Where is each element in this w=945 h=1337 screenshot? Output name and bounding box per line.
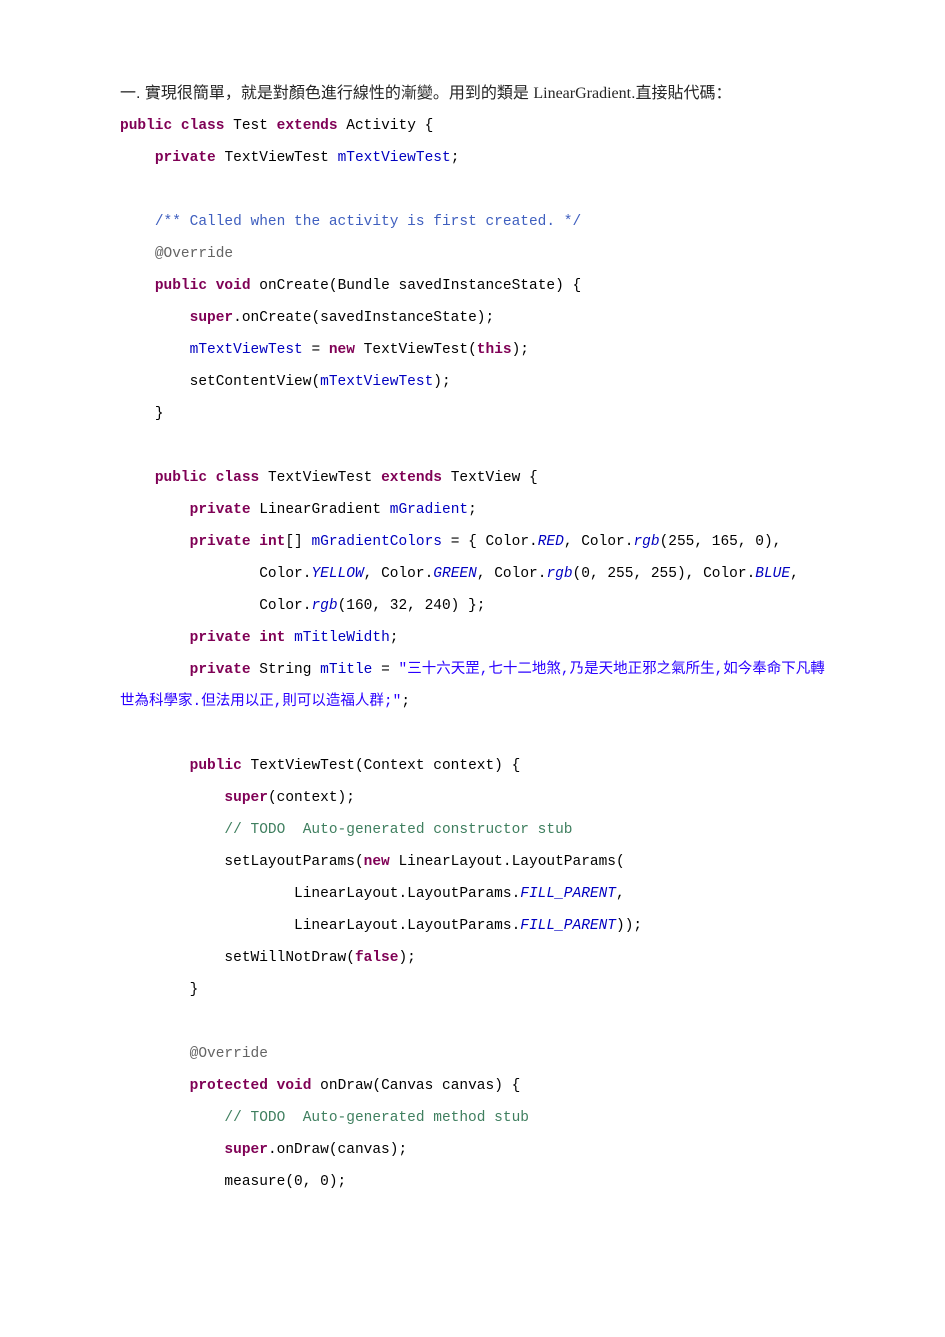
intro-class-name: LinearGradient xyxy=(533,85,631,102)
field-mtextviewtest: mTextViewTest xyxy=(338,150,451,166)
kw-extends: extends xyxy=(381,470,442,486)
rgb2-args: (0, 255, 255), Color. xyxy=(573,566,756,582)
arr-open: [] xyxy=(285,534,311,550)
kw-protected: protected xyxy=(190,1078,268,1094)
type-textview: TextView xyxy=(451,470,521,486)
const-green: GREEN xyxy=(433,566,477,582)
method-rgb: rgb xyxy=(546,566,572,582)
ondraw-sig: (Canvas canvas) { xyxy=(372,1078,520,1094)
const-red: RED xyxy=(538,534,564,550)
field-mgradient: mGradient xyxy=(390,502,468,518)
const-blue: BLUE xyxy=(755,566,790,582)
ll-lp: LinearLayout.LayoutParams( xyxy=(390,854,625,870)
type-textviewtest: TextViewTest xyxy=(268,470,372,486)
annotation-override: @Override xyxy=(155,246,233,262)
kw-private: private xyxy=(190,662,251,678)
comma: , xyxy=(790,566,799,582)
kw-private: private xyxy=(155,150,216,166)
fill-parent-line1: LinearLayout.LayoutParams. xyxy=(120,886,520,902)
intro-text-2: .直接貼代碼： xyxy=(631,85,731,102)
field-mtextviewtest: mTextViewTest xyxy=(320,374,433,390)
call-setwillnotdraw: setWillNotDraw( xyxy=(224,950,355,966)
kw-void: void xyxy=(277,1078,312,1094)
method-rgb: rgb xyxy=(633,534,659,550)
kw-public: public xyxy=(120,118,172,134)
kw-super: super xyxy=(190,310,234,326)
comma-color: , Color. xyxy=(364,566,434,582)
oncreate-sig: (Bundle savedInstanceState) { xyxy=(329,278,581,294)
indent-colors-3: Color. xyxy=(120,598,311,614)
document-page: 一. 實現很簡單，就是對顏色進行線性的漸變。用到的類是 LinearGradie… xyxy=(0,0,945,1337)
end-paren2: )); xyxy=(616,918,642,934)
rgb3-args: (160, 32, 240) }; xyxy=(338,598,486,614)
fill-parent-line2: LinearLayout.LayoutParams. xyxy=(120,918,520,934)
kw-public: public xyxy=(155,278,207,294)
kw-void: void xyxy=(216,278,251,294)
method-ondraw: onDraw xyxy=(320,1078,372,1094)
eq: = xyxy=(372,662,398,678)
type-textviewtest: TextViewTest xyxy=(224,150,328,166)
semi: ; xyxy=(401,694,410,710)
comma-color: , Color. xyxy=(477,566,547,582)
method-rgb: rgb xyxy=(311,598,337,614)
field-mgradientcolors: mGradientColors xyxy=(311,534,442,550)
close-paren: ); xyxy=(398,950,415,966)
code-block: public class Test extends Activity { pri… xyxy=(120,110,825,1198)
type-string: String xyxy=(251,662,321,678)
kw-new: new xyxy=(364,854,390,870)
kw-private: private xyxy=(190,534,251,550)
comma: , xyxy=(616,886,625,902)
kw-false: false xyxy=(355,950,399,966)
kw-class: class xyxy=(216,470,260,486)
type-lineargradient: LinearGradient xyxy=(251,502,390,518)
assign: = xyxy=(303,342,329,358)
intro-paragraph: 一. 實現很簡單，就是對顏色進行線性的漸變。用到的類是 LinearGradie… xyxy=(120,80,825,108)
todo-method-comment: // TODO Auto-generated method stub xyxy=(224,1110,529,1126)
type-test: Test xyxy=(233,118,268,134)
tv-ctor-end: ); xyxy=(512,342,529,358)
comma-color: , Color. xyxy=(564,534,634,550)
const-yellow: YELLOW xyxy=(311,566,363,582)
annotation-override: @Override xyxy=(190,1046,268,1062)
super-ondraw: .onDraw(canvas); xyxy=(268,1142,407,1158)
kw-private: private xyxy=(190,630,251,646)
close-paren: ); xyxy=(433,374,450,390)
kw-int: int xyxy=(259,630,285,646)
javadoc-comment: /** Called when the activity is first cr… xyxy=(155,214,581,230)
indent-colors-2: Color. xyxy=(120,566,311,582)
const-fill-parent: FILL_PARENT xyxy=(520,918,616,934)
method-oncreate: onCreate xyxy=(259,278,329,294)
kw-extends: extends xyxy=(277,118,338,134)
intro-text-1: 一. 實現很簡單，就是對顏色進行線性的漸變。用到的類是 xyxy=(120,85,533,102)
const-fill-parent: FILL_PARENT xyxy=(520,886,616,902)
call-setcontentview: setContentView( xyxy=(190,374,321,390)
todo-ctor-comment: // TODO Auto-generated constructor stub xyxy=(224,822,572,838)
kw-int: int xyxy=(259,534,285,550)
call-measure: measure(0, 0); xyxy=(224,1174,346,1190)
field-mtitle: mTitle xyxy=(320,662,372,678)
kw-public: public xyxy=(155,470,207,486)
kw-this: this xyxy=(477,342,512,358)
tv-ctor: TextViewTest( xyxy=(355,342,477,358)
field-mtextviewtest: mTextViewTest xyxy=(190,342,303,358)
super-oncreate: .onCreate(savedInstanceState); xyxy=(233,310,494,326)
kw-super: super xyxy=(224,790,268,806)
kw-super: super xyxy=(224,1142,268,1158)
field-mtitlewidth: mTitleWidth xyxy=(294,630,390,646)
ctor-sig: TextViewTest(Context context) { xyxy=(242,758,520,774)
kw-public: public xyxy=(190,758,242,774)
call-setlayoutparams: setLayoutParams( xyxy=(224,854,363,870)
kw-class: class xyxy=(181,118,225,134)
rgb1-args: (255, 165, 0), xyxy=(660,534,782,550)
eq-brace: = { Color. xyxy=(442,534,538,550)
kw-private: private xyxy=(190,502,251,518)
kw-new: new xyxy=(329,342,355,358)
super-ctx: (context); xyxy=(268,790,355,806)
type-activity: Activity xyxy=(346,118,416,134)
